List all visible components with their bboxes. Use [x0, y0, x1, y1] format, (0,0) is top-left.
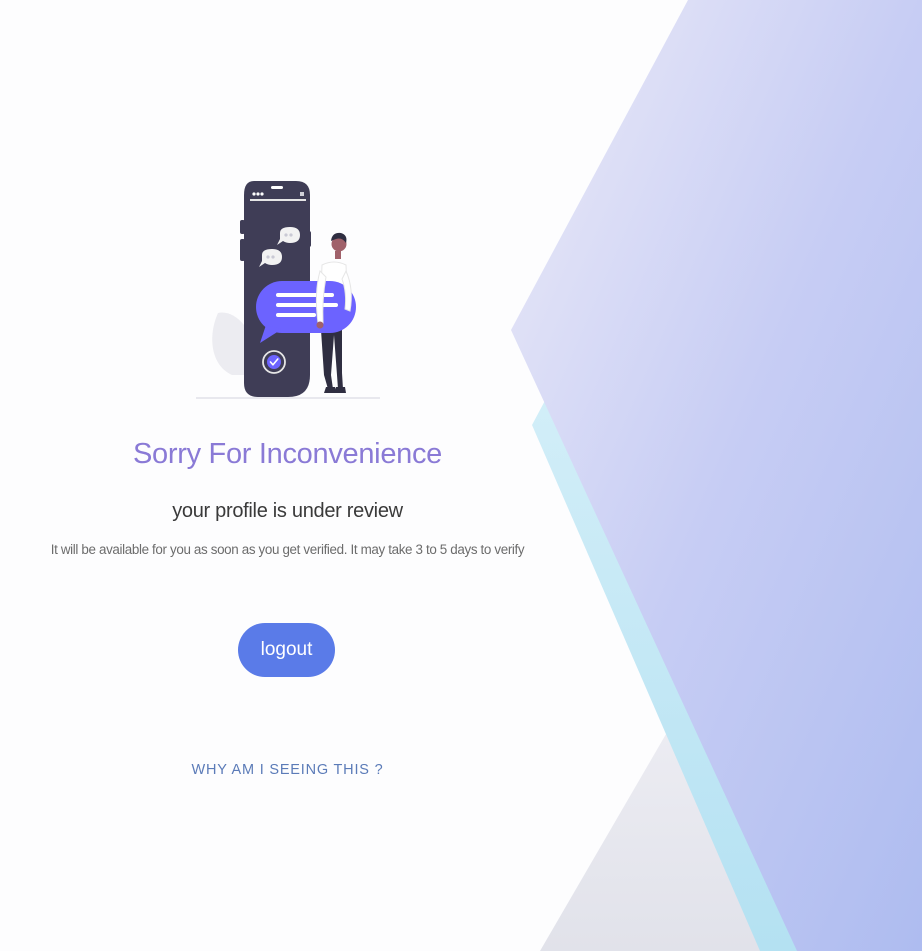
chat-dot [284, 233, 288, 237]
status-dot [256, 192, 260, 196]
person-shoe [334, 387, 346, 393]
why-am-i-seeing-this-link[interactable]: WHY AM I SEEING THIS ? [0, 762, 575, 778]
page-title: Sorry For Inconvenience [132, 438, 443, 470]
chat-dot [266, 255, 270, 259]
logout-button[interactable]: logout [238, 623, 335, 677]
review-notice-panel: Sorry For Inconvenience your profile is … [0, 0, 575, 951]
person-shoe [324, 387, 336, 393]
status-dot [252, 192, 256, 196]
phone-status-bar [250, 199, 306, 201]
person-hand [316, 321, 324, 329]
chat-dot [289, 233, 293, 237]
status-description: It will be available for you as soon as … [50, 542, 525, 557]
status-subtitle: your profile is under review [172, 500, 403, 522]
leaf-decoration [212, 312, 244, 375]
person-with-phone-illustration [196, 181, 380, 399]
status-icon [300, 192, 304, 196]
person-neck [335, 251, 341, 259]
phone-speaker [271, 186, 283, 189]
chat-dot [271, 255, 275, 259]
status-dot [260, 192, 264, 196]
